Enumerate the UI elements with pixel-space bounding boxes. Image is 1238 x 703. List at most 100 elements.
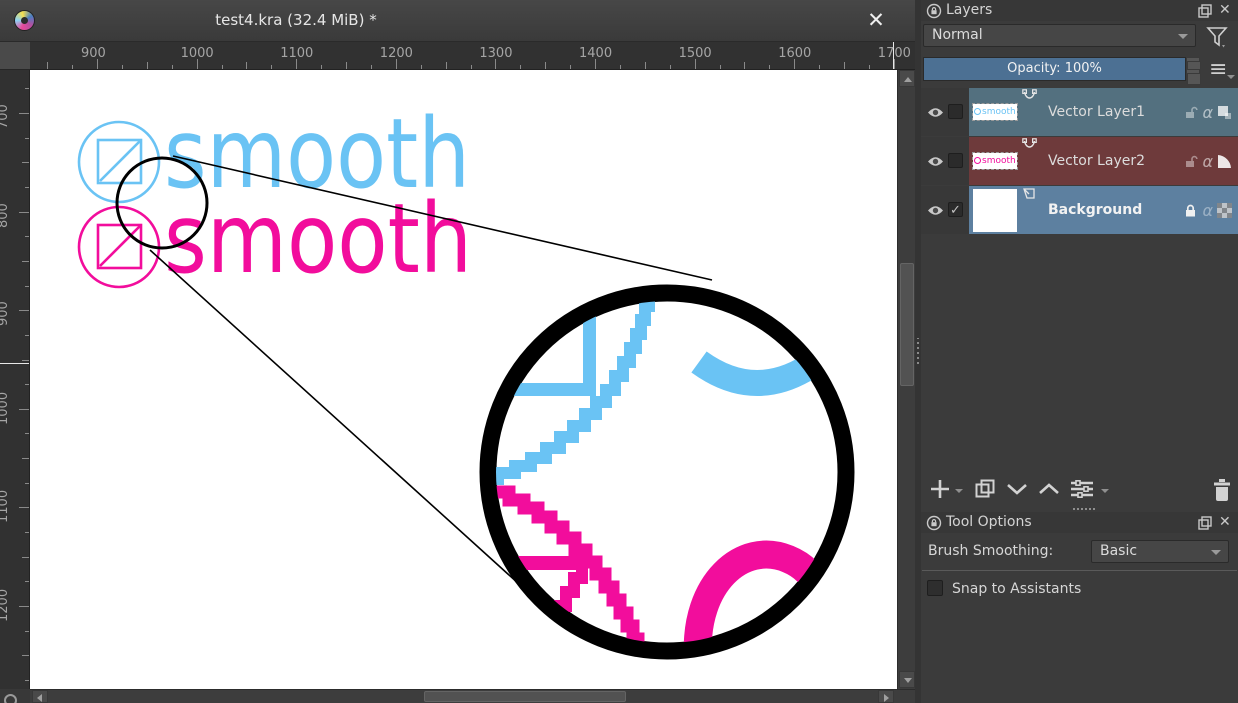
layer-select-checkbox[interactable]: ✓: [948, 202, 963, 217]
layer-row-gutter: [921, 88, 969, 136]
move-layer-up-button[interactable]: [1037, 478, 1061, 500]
chevron-down-icon: [1178, 34, 1188, 39]
alpha-channel-icon[interactable]: α: [1202, 152, 1213, 171]
scroll-down-button[interactable]: [899, 671, 915, 688]
horizontal-ruler: 90010001100120013001400150016001700: [30, 42, 915, 70]
add-layer-chevron-icon[interactable]: [955, 489, 963, 493]
title-bar: test4.kra (32.4 MiB) * ✕: [0, 0, 915, 42]
scroll-left-button[interactable]: [32, 690, 48, 703]
layer-unlocked-icon[interactable]: [1183, 154, 1198, 169]
layers-docker-header[interactable]: Layers ✕: [921, 0, 1238, 21]
close-docker-icon[interactable]: ✕: [1219, 2, 1231, 18]
splitter-handle-icon: [917, 338, 919, 364]
thumbnail-shape-glyph: [974, 108, 981, 115]
layer-row-content[interactable]: smooth Vector Layer1 α: [969, 88, 1238, 136]
ruler-label: 1200: [0, 589, 11, 622]
thumbnail-shape-glyph: [974, 157, 981, 164]
layer-unlocked-icon[interactable]: [1183, 105, 1198, 120]
layer-select-checkbox[interactable]: [948, 104, 963, 119]
visibility-eye-icon[interactable]: [927, 155, 944, 168]
paint-layer-badge-icon: [1022, 187, 1036, 200]
layer-thumbnail[interactable]: smooth: [973, 104, 1017, 120]
add-layer-button[interactable]: [929, 478, 951, 500]
vertical-ruler: 700800900100011001200: [0, 70, 30, 689]
layers-menu-chevron-icon: [1227, 75, 1235, 79]
visibility-eye-icon[interactable]: [927, 106, 944, 119]
vector-layer-badge-icon: [1022, 89, 1037, 102]
docker-panel: Layers ✕ Normal Opacity: 100% ≡: [921, 0, 1238, 703]
vector-layer-badge-icon: [1022, 138, 1037, 151]
snap-to-assistants-checkbox[interactable]: [927, 580, 943, 596]
delete-layer-button[interactable]: [1212, 478, 1232, 502]
corner-widget-icon[interactable]: [4, 694, 17, 703]
float-docker-icon[interactable]: [1198, 516, 1212, 530]
scroll-right-button[interactable]: [878, 690, 894, 703]
layer-thumbnail[interactable]: smooth: [973, 153, 1017, 169]
chevron-down-icon: [1211, 550, 1221, 555]
ruler-corner: [0, 42, 30, 70]
magnifier-view: [488, 293, 846, 662]
layers-menu-icon[interactable]: ≡: [1209, 60, 1227, 80]
mouse-y-marker: [0, 363, 29, 364]
properties-chevron-icon[interactable]: [1101, 489, 1109, 493]
docker-lock-icon[interactable]: [926, 3, 942, 19]
layer-row-gutter: ✓: [921, 186, 969, 234]
onion-skin-icon[interactable]: [1217, 154, 1232, 169]
opacity-label: Opacity: 100%: [1007, 61, 1102, 76]
alpha-channel-icon[interactable]: α: [1202, 201, 1213, 220]
brush-smoothing-label: Brush Smoothing:: [928, 543, 1053, 559]
window-close-icon[interactable]: ✕: [863, 7, 889, 33]
layer-row-background[interactable]: ✓ Background α: [921, 186, 1238, 234]
close-docker-icon[interactable]: ✕: [1219, 514, 1231, 530]
docker-lock-icon[interactable]: [926, 515, 942, 531]
layer-buttons-bar: [921, 476, 1238, 506]
window-title: test4.kra (32.4 MiB) *: [0, 11, 592, 29]
layer-locked-icon[interactable]: [1183, 203, 1198, 218]
layers-docker-title: Layers: [946, 2, 992, 18]
layer-name: Vector Layer2: [1048, 137, 1145, 185]
layer-row-vector-layer1[interactable]: smooth Vector Layer1 α: [921, 88, 1238, 136]
snap-to-assistants-label: Snap to Assistants: [952, 581, 1081, 597]
vertical-scroll-thumb[interactable]: [900, 263, 914, 386]
ruler-label: 1000: [0, 392, 11, 425]
ruler-label: 900: [81, 46, 106, 61]
pink-smooth-text: smooth: [164, 183, 472, 295]
krita-window: test4.kra (32.4 MiB) * ✕ 900100011001200…: [0, 0, 1238, 703]
layer-thumbnail[interactable]: [973, 189, 1017, 232]
layer-properties-button[interactable]: [1069, 478, 1095, 500]
divider: [922, 570, 1237, 571]
layer-filter-icon[interactable]: [1205, 25, 1229, 49]
ruler-label: 1100: [0, 490, 11, 523]
canvas-artwork: smooth smooth: [30, 70, 897, 689]
blend-mode-dropdown[interactable]: Normal: [923, 24, 1196, 47]
layer-row-content[interactable]: Background α: [969, 186, 1238, 234]
horizontal-scroll-thumb[interactable]: [424, 691, 626, 702]
ruler-label: 800: [0, 203, 11, 228]
brush-smoothing-value: Basic: [1100, 543, 1137, 559]
brush-smoothing-dropdown[interactable]: Basic: [1091, 540, 1229, 563]
docker-resize-handle[interactable]: [1073, 508, 1095, 510]
layer-row-content[interactable]: smooth Vector Layer2 α: [969, 137, 1238, 185]
layer-row-gutter: [921, 137, 969, 185]
canvas[interactable]: smooth smooth: [30, 70, 897, 689]
layer-row-vector-layer2[interactable]: smooth Vector Layer2 α: [921, 137, 1238, 185]
horizontal-scrollbar[interactable]: [30, 689, 915, 703]
opacity-slider[interactable]: Opacity: 100%: [923, 57, 1186, 81]
float-docker-icon[interactable]: [1198, 4, 1212, 18]
layer-select-checkbox[interactable]: [948, 153, 963, 168]
tool-options-docker-header[interactable]: Tool Options ✕: [921, 512, 1238, 533]
visibility-eye-icon[interactable]: [927, 204, 944, 217]
ruler-label: 700: [0, 104, 11, 129]
layer-name: Vector Layer1: [1048, 88, 1145, 136]
blend-mode-value: Normal: [932, 27, 983, 43]
opacity-spinner[interactable]: [1186, 57, 1200, 81]
transparency-checker-icon[interactable]: [1217, 203, 1232, 218]
scroll-up-button[interactable]: [899, 70, 915, 87]
alpha-channel-icon[interactable]: α: [1202, 103, 1213, 122]
spin-down-icon[interactable]: [1187, 73, 1201, 85]
layer-style-icon[interactable]: [1217, 105, 1232, 120]
tool-options-docker-title: Tool Options: [946, 514, 1032, 530]
vertical-scrollbar[interactable]: [897, 70, 915, 689]
duplicate-layer-button[interactable]: [974, 478, 996, 500]
move-layer-down-button[interactable]: [1005, 478, 1029, 500]
